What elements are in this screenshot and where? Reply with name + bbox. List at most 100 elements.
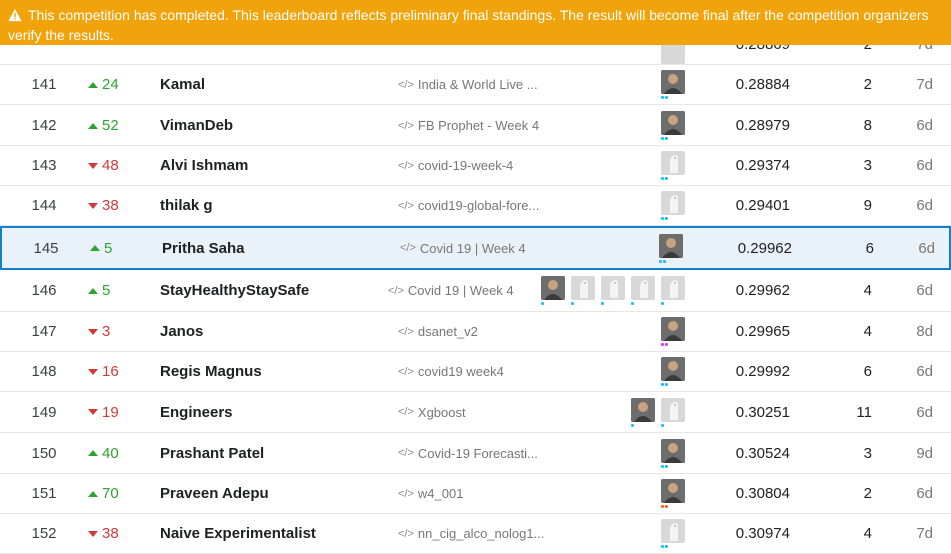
member[interactable] bbox=[661, 275, 685, 307]
rank-change: 16 bbox=[88, 352, 130, 391]
default-avatar-icon bbox=[601, 276, 625, 300]
kernel-name: FB Prophet - Week 4 bbox=[417, 118, 540, 133]
member[interactable] bbox=[659, 232, 683, 264]
team-name[interactable]: Engineers bbox=[160, 392, 233, 432]
member[interactable] bbox=[661, 396, 685, 428]
kernel-link[interactable]: </> FB Prophet - Week 4 bbox=[398, 106, 539, 145]
kernel-link[interactable]: </> Xgboost bbox=[398, 392, 466, 432]
team-name[interactable]: Janos bbox=[160, 312, 203, 351]
code-icon: </> bbox=[398, 159, 414, 172]
leaderboard-row[interactable]: 141 24 Kamal </> India & World Live ... 0.288… bbox=[0, 65, 951, 105]
score: 0.28884 bbox=[735, 76, 790, 93]
rank-change-value: 38 bbox=[102, 525, 119, 542]
last-submission: 8d bbox=[916, 323, 933, 340]
team-name[interactable]: Praveen Adepu bbox=[160, 474, 269, 513]
member[interactable] bbox=[661, 69, 685, 101]
team-name[interactable]: Kamal bbox=[160, 65, 205, 104]
rank: 145 bbox=[33, 239, 59, 257]
leaderboard-row[interactable]: 152 38 Naive Experimentalist </> nn_cig_alco… bbox=[0, 514, 951, 554]
team-members bbox=[661, 514, 685, 553]
team-name[interactable]: Pritha Saha bbox=[162, 228, 245, 268]
kernel-link[interactable]: </> India & World Live ... bbox=[398, 65, 538, 104]
code-icon: </> bbox=[398, 119, 414, 132]
member[interactable] bbox=[661, 110, 685, 142]
rank-change: 3 bbox=[88, 312, 130, 351]
kernel-name: covid19-global-fore... bbox=[417, 198, 540, 213]
rank: 148 bbox=[31, 363, 57, 380]
member-avatar bbox=[661, 479, 685, 503]
arrow-down-icon bbox=[88, 368, 98, 375]
team-members bbox=[661, 352, 685, 391]
entries-count: 4 bbox=[863, 525, 872, 542]
entries-count: 6 bbox=[865, 239, 874, 257]
tier-indicator bbox=[661, 96, 668, 99]
team-name[interactable]: Naive Experimentalist bbox=[160, 514, 316, 553]
entries-count: 4 bbox=[863, 323, 872, 340]
team-name[interactable]: VimanDeb bbox=[160, 106, 233, 145]
kernel-name: covid-19-week-4 bbox=[417, 158, 514, 173]
kernel-link[interactable]: </> Covid-19 Forecasti... bbox=[398, 433, 538, 473]
kernel-link[interactable]: </> w4_001 bbox=[398, 474, 463, 513]
kernel-link[interactable]: </> dsanet_v2 bbox=[398, 312, 478, 351]
rank: 150 bbox=[31, 444, 57, 462]
last-submission: 6d bbox=[916, 363, 933, 380]
member[interactable] bbox=[661, 150, 685, 182]
last-submission: 6d bbox=[916, 117, 933, 134]
kernel-link[interactable]: </> covid-19-week-4 bbox=[398, 146, 513, 185]
leaderboard-row[interactable]: 151 70 Praveen Adepu </> w4_001 0.30804 2 6d bbox=[0, 474, 951, 514]
member[interactable] bbox=[661, 316, 685, 348]
member[interactable] bbox=[571, 275, 595, 307]
team-name[interactable]: Alvi Ishmam bbox=[160, 146, 248, 185]
default-avatar-icon bbox=[661, 519, 685, 543]
leaderboard-row[interactable]: 150 40 Prashant Patel </> Covid-19 Forecasti… bbox=[0, 433, 951, 474]
kernel-link[interactable]: </> Covid 19 | Week 4 bbox=[388, 270, 514, 311]
default-avatar-icon bbox=[661, 151, 685, 175]
rank: 146 bbox=[31, 282, 57, 299]
member[interactable] bbox=[661, 190, 685, 222]
entries-count: 11 bbox=[856, 403, 872, 421]
code-icon: </> bbox=[398, 78, 414, 91]
tier-indicator bbox=[631, 302, 634, 305]
team-name[interactable]: StayHealthyStaySafe bbox=[160, 270, 309, 311]
code-icon: </> bbox=[398, 447, 414, 459]
leaderboard-row[interactable]: 148 16 Regis Magnus </> covid19 week4 0.29992… bbox=[0, 352, 951, 392]
arrow-up-icon bbox=[88, 287, 98, 294]
member[interactable] bbox=[631, 396, 655, 428]
rank-change: 40 bbox=[88, 433, 130, 473]
leaderboard-row[interactable]: 146 5 StayHealthyStaySafe </> Covid 19 | Wee… bbox=[0, 270, 951, 312]
rank-change: 52 bbox=[88, 106, 130, 145]
leaderboard-row[interactable]: 144 38 thilak g </> covid19-global-fore... 0.… bbox=[0, 186, 951, 226]
leaderboard-row[interactable]: 142 52 VimanDeb </> FB Prophet - Week 4 0.289… bbox=[0, 106, 951, 146]
member[interactable] bbox=[661, 478, 685, 510]
member[interactable] bbox=[631, 275, 655, 307]
rank-change-value: 52 bbox=[102, 117, 119, 134]
last-submission: 6d bbox=[916, 282, 933, 299]
team-members bbox=[661, 65, 685, 104]
team-name[interactable]: thilak g bbox=[160, 186, 213, 225]
team-name[interactable]: Prashant Patel bbox=[160, 433, 264, 473]
member[interactable] bbox=[661, 356, 685, 388]
team-name[interactable]: Regis Magnus bbox=[160, 352, 262, 391]
kernel-link[interactable]: </> nn_cig_alco_nolog1... bbox=[398, 514, 544, 553]
last-submission: 7d bbox=[916, 76, 933, 93]
rank-change-value: 19 bbox=[102, 403, 119, 421]
kernel-link[interactable]: </> covid19 week4 bbox=[398, 352, 504, 391]
tier-indicator bbox=[541, 302, 544, 305]
leaderboard-row[interactable]: 143 48 Alvi Ishmam </> covid-19-week-4 0.2937… bbox=[0, 146, 951, 186]
leaderboard-row-current-user[interactable]: 145 5 Pritha Saha </> Covid 19 | Week 4 0.299… bbox=[0, 226, 951, 270]
kernel-link[interactable]: </> covid19-global-fore... bbox=[398, 186, 539, 225]
kernel-link[interactable]: </> Covid 19 | Week 4 bbox=[400, 228, 526, 268]
tier-indicator bbox=[659, 259, 666, 263]
member[interactable] bbox=[601, 275, 625, 307]
kernel-name: nn_cig_alco_nolog1... bbox=[417, 526, 545, 541]
entries-count: 3 bbox=[863, 444, 872, 462]
member[interactable] bbox=[661, 437, 685, 469]
member[interactable] bbox=[661, 518, 685, 550]
arrow-up-icon bbox=[88, 122, 98, 129]
leaderboard-row[interactable]: 149 19 Engineers </> Xgboost 0.30251 11 6d bbox=[0, 392, 951, 433]
team-members bbox=[659, 228, 683, 268]
leaderboard-row[interactable]: 147 3 Janos </> dsanet_v2 0.29965 4 8d bbox=[0, 312, 951, 352]
arrow-up-icon bbox=[88, 81, 98, 88]
member[interactable] bbox=[541, 275, 565, 307]
rank-change: 24 bbox=[88, 65, 130, 104]
